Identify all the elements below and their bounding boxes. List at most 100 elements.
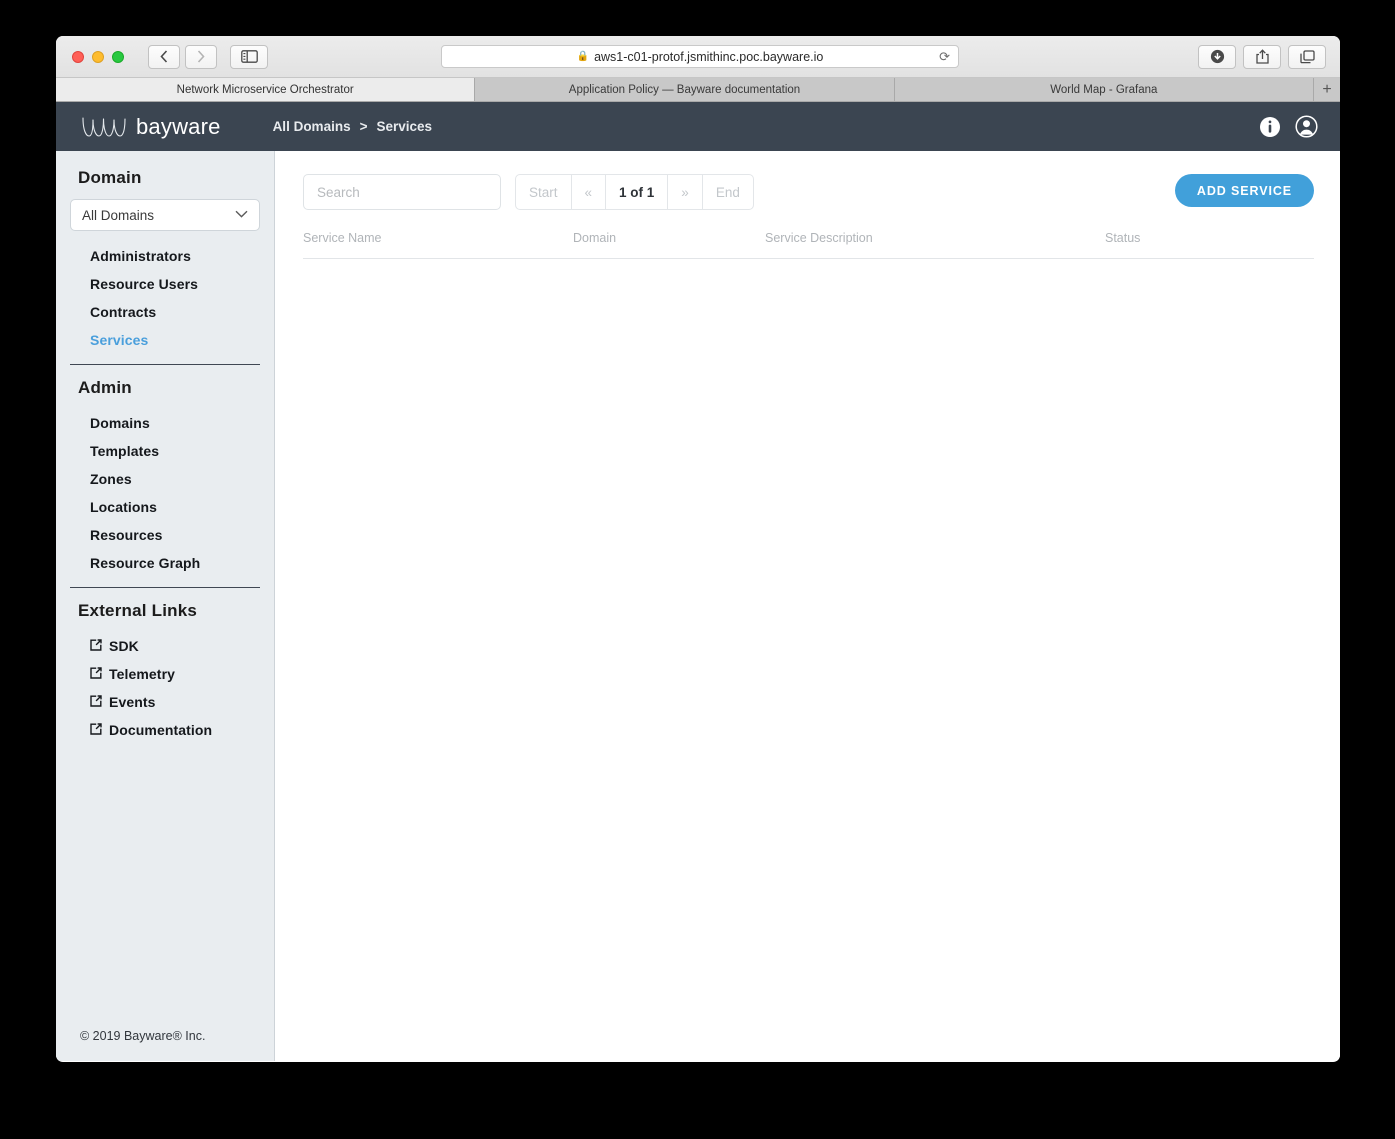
application-root: bayware All Domains > Services Domain Al… <box>56 102 1340 1061</box>
app-header: bayware All Domains > Services <box>56 102 1340 151</box>
pagination-next-button[interactable]: » <box>668 174 703 210</box>
maximize-window-button[interactable] <box>112 50 124 63</box>
pagination-end-button[interactable]: End <box>702 174 754 210</box>
user-account-icon[interactable] <box>1295 115 1318 138</box>
sidebar-item-label: Events <box>109 694 156 710</box>
chevron-left-icon <box>160 50 168 63</box>
bayware-wave-logo <box>82 116 126 137</box>
lock-icon: 🔒 <box>576 51 590 62</box>
pagination-start-button[interactable]: Start <box>515 174 572 210</box>
sidebar-item-sdk[interactable]: SDK <box>56 632 274 660</box>
sidebar-admin-items: Domains Templates Zones Locations Resour… <box>56 409 274 577</box>
domain-select-value: All Domains <box>82 207 155 223</box>
sidebar-item-zones[interactable]: Zones <box>56 465 274 493</box>
breadcrumb-root[interactable]: All Domains <box>273 119 351 134</box>
sidebar-item-domains[interactable]: Domains <box>56 409 274 437</box>
vertical-scrollbar[interactable] <box>1336 151 1340 1061</box>
chevron-right-icon <box>197 50 205 63</box>
sidebar-item-label: Resource Graph <box>90 555 201 571</box>
external-link-icon <box>90 667 102 681</box>
sidebar-domain-items: Administrators Resource Users Contracts … <box>56 242 274 354</box>
pagination-previous-button[interactable]: « <box>571 174 607 210</box>
tabs-overview-button[interactable] <box>1288 44 1326 69</box>
sidebar-item-locations[interactable]: Locations <box>56 493 274 521</box>
app-body: Domain All Domains Administrators Resour… <box>56 151 1340 1061</box>
browser-tab-label: World Map - Grafana <box>1050 83 1158 96</box>
sidebar-item-documentation[interactable]: Documentation <box>56 716 274 744</box>
column-header-status: Status <box>1105 231 1141 245</box>
sidebar-item-label: SDK <box>109 638 139 654</box>
downloads-button[interactable] <box>1198 44 1236 69</box>
sidebar-item-label: Services <box>90 332 149 348</box>
table-header-row: Service Name Domain Service Description … <box>303 231 1314 259</box>
services-table: Service Name Domain Service Description … <box>303 231 1314 269</box>
search-input[interactable] <box>303 174 501 210</box>
sidebar-toggle-button[interactable] <box>230 44 268 69</box>
share-icon <box>1255 49 1269 64</box>
sidebar-item-label: Domains <box>90 415 150 431</box>
window-controls <box>72 50 124 63</box>
forward-button[interactable] <box>185 44 217 69</box>
pagination-current-page: 1 of 1 <box>606 174 669 210</box>
sidebar-section-admin-title: Admin <box>78 378 132 397</box>
browser-tab-label: Application Policy — Bayware documentati… <box>568 83 801 96</box>
sidebar-item-telemetry[interactable]: Telemetry <box>56 660 274 688</box>
browser-tab-label: Network Microservice Orchestrator <box>176 83 354 96</box>
sidebar-item-events[interactable]: Events <box>56 688 274 716</box>
minimize-window-button[interactable] <box>92 50 104 63</box>
header-icons <box>1259 115 1318 138</box>
add-service-button[interactable]: ADD SERVICE <box>1174 174 1314 207</box>
share-button[interactable] <box>1243 44 1281 69</box>
table-body <box>303 259 1314 269</box>
tabs-overview-icon <box>1299 49 1315 63</box>
main-content: Start « 1 of 1 » End ADD SERVICE Service… <box>275 151 1340 1061</box>
browser-tab-1[interactable]: Application Policy — Bayware documentati… <box>475 78 895 101</box>
breadcrumb-separator: > <box>359 119 368 134</box>
reload-button[interactable]: ⟳ <box>939 49 950 65</box>
external-link-icon <box>90 723 102 737</box>
column-header-service-description: Service Description <box>765 231 873 245</box>
breadcrumb: All Domains > Services <box>273 119 432 134</box>
sidebar-item-label: Resources <box>90 527 163 543</box>
sidebar-item-resource-users[interactable]: Resource Users <box>56 270 274 298</box>
sidebar-item-label: Contracts <box>90 304 157 320</box>
sidebar-item-label: Telemetry <box>109 666 176 682</box>
external-link-icon <box>90 695 102 709</box>
sidebar-item-services[interactable]: Services <box>56 326 274 354</box>
external-link-icon <box>90 639 102 653</box>
sidebar-toggle-icon <box>240 50 258 63</box>
sidebar-divider-1 <box>70 364 260 365</box>
sidebar-item-label: Templates <box>90 443 160 459</box>
chevron-down-icon <box>235 209 248 221</box>
back-button[interactable] <box>148 44 180 69</box>
sidebar-item-label: Documentation <box>109 722 213 738</box>
browser-tab-2[interactable]: World Map - Grafana <box>894 78 1314 101</box>
app-logo[interactable]: bayware <box>81 114 221 140</box>
copyright-text: © 2019 Bayware® Inc. <box>80 1029 206 1043</box>
sidebar-item-administrators[interactable]: Administrators <box>56 242 274 270</box>
info-icon[interactable] <box>1259 116 1281 138</box>
sidebar-item-label: Administrators <box>90 248 191 264</box>
content-toolbar: Start « 1 of 1 » End ADD SERVICE <box>303 173 1314 211</box>
app-logo-text: bayware <box>136 113 221 139</box>
navigation-buttons <box>148 44 217 69</box>
browser-toolbar: 🔒 aws1-c01-protof.jsmithinc.poc.bayware.… <box>56 36 1340 78</box>
pagination: Start « 1 of 1 » End <box>515 174 754 210</box>
address-bar[interactable]: 🔒 aws1-c01-protof.jsmithinc.poc.bayware.… <box>441 45 959 68</box>
sidebar-item-contracts[interactable]: Contracts <box>56 298 274 326</box>
sidebar-item-resource-graph[interactable]: Resource Graph <box>56 549 274 577</box>
domain-select[interactable]: All Domains <box>70 199 260 231</box>
browser-window: 🔒 aws1-c01-protof.jsmithinc.poc.bayware.… <box>56 36 1340 1062</box>
sidebar-item-templates[interactable]: Templates <box>56 437 274 465</box>
breadcrumb-current: Services <box>376 119 433 134</box>
address-bar-url: aws1-c01-protof.jsmithinc.poc.bayware.io <box>594 49 824 64</box>
download-icon <box>1210 49 1224 64</box>
sidebar-item-label: Locations <box>90 499 158 515</box>
sidebar-external-link-items: SDK Telemetry Events Documentation <box>56 632 274 744</box>
browser-tab-0[interactable]: Network Microservice Orchestrator <box>56 78 476 101</box>
sidebar-divider-2 <box>70 587 260 588</box>
column-header-service-name: Service Name <box>303 231 382 245</box>
sidebar-item-resources[interactable]: Resources <box>56 521 274 549</box>
new-tab-button[interactable]: + <box>1313 78 1340 101</box>
close-window-button[interactable] <box>72 50 84 63</box>
